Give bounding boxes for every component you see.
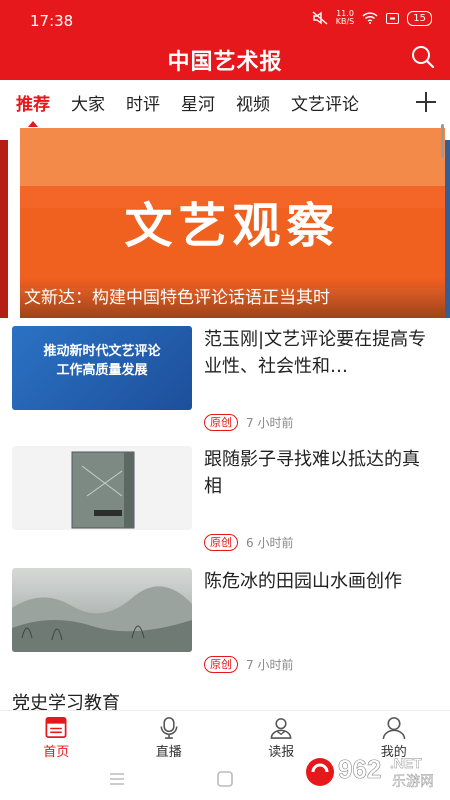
reader-icon bbox=[270, 718, 292, 739]
home-square-icon[interactable] bbox=[216, 770, 234, 788]
news-title[interactable]: 范玉刚|文艺评论要在提高专业性、社会性和… bbox=[204, 326, 434, 380]
net-speed-unit: KB/S bbox=[335, 17, 355, 26]
news-time: 6 小时前 bbox=[246, 536, 294, 550]
news-icon bbox=[45, 717, 67, 738]
tab-masters[interactable]: 大家 bbox=[71, 90, 105, 115]
microphone-icon bbox=[160, 717, 178, 739]
menu-icon[interactable] bbox=[108, 770, 126, 788]
thumbnail-text: 推动新时代文艺评论 工作高质量发展 bbox=[12, 342, 192, 380]
thumbnail-text-line: 推动新时代文艺评论 bbox=[43, 344, 161, 359]
mute-icon bbox=[312, 11, 328, 25]
user-icon bbox=[382, 717, 406, 740]
news-title[interactable]: 跟随影子寻找难以抵达的真相 bbox=[204, 446, 434, 500]
news-time: 7 小时前 bbox=[246, 658, 294, 672]
status-icons: 11.0 KB/S 15 bbox=[312, 10, 432, 26]
tab-recommend[interactable]: 推荐 bbox=[16, 90, 50, 127]
status-time: 17:38 bbox=[30, 12, 74, 30]
news-item[interactable]: 陈危冰的田园山水画创作 原创 7 小时前 bbox=[12, 568, 442, 688]
original-badge: 原创 bbox=[204, 414, 238, 431]
news-thumbnail bbox=[12, 568, 192, 652]
notification-icon bbox=[386, 12, 400, 24]
landscape-painting-image bbox=[12, 586, 192, 652]
status-bar: 17:38 11.0 KB/S 15 bbox=[0, 0, 450, 40]
tab-art-criticism[interactable]: 文艺评论 bbox=[291, 90, 359, 115]
thumbnail-text-line: 工作高质量发展 bbox=[56, 363, 148, 378]
tab-commentary[interactable]: 时评 bbox=[126, 90, 160, 115]
news-item[interactable]: 推动新时代文艺评论 工作高质量发展 范玉刚|文艺评论要在提高专业性、社会性和… … bbox=[12, 326, 442, 446]
original-badge: 原创 bbox=[204, 534, 238, 551]
scrollbar[interactable] bbox=[441, 124, 444, 158]
nav-label: 首页 bbox=[43, 745, 70, 760]
app-header: 17:38 11.0 KB/S 15 中国艺术报 bbox=[0, 0, 450, 80]
net-speed: 11.0 KB/S bbox=[336, 10, 355, 26]
news-title[interactable]: 陈危冰的田园山水画创作 bbox=[204, 568, 434, 595]
watermark-number: 962 bbox=[338, 754, 381, 784]
tab-galaxy[interactable]: 星河 bbox=[181, 90, 215, 115]
banner-headline: 文艺观察 bbox=[124, 198, 341, 254]
watermark-site: 乐游网 bbox=[392, 774, 434, 790]
news-thumbnail: 推动新时代文艺评论 工作高质量发展 bbox=[12, 326, 192, 410]
book-cover-image bbox=[71, 451, 135, 529]
news-thumbnail bbox=[12, 446, 192, 530]
nav-home[interactable]: 首页 bbox=[0, 711, 113, 760]
site-watermark-logo: 962 .NET 乐游网 bbox=[306, 754, 434, 790]
nav-label: 直播 bbox=[155, 745, 182, 760]
nav-live[interactable]: 直播 bbox=[113, 711, 226, 760]
battery-indicator: 15 bbox=[407, 10, 432, 26]
carousel-prev-peek[interactable] bbox=[0, 140, 8, 318]
add-tab-icon[interactable] bbox=[414, 90, 438, 114]
banner-caption: 文新达：构建中国特色评论话语正当其时 bbox=[20, 278, 445, 318]
watermark-suffix: .NET bbox=[390, 755, 422, 771]
news-meta: 原创 7 小时前 bbox=[204, 656, 293, 673]
wifi-icon bbox=[362, 12, 378, 24]
banner-top-stripe bbox=[20, 128, 445, 186]
app-logo-title: 中国艺术报 bbox=[167, 49, 283, 75]
news-meta: 原创 7 小时前 bbox=[204, 414, 293, 431]
news-time: 7 小时前 bbox=[246, 416, 294, 430]
original-badge: 原创 bbox=[204, 656, 238, 673]
category-tabs: 推荐 大家 时评 星河 视频 文艺评论 bbox=[0, 80, 450, 127]
news-meta: 原创 6 小时前 bbox=[204, 534, 293, 551]
news-item[interactable]: 跟随影子寻找难以抵达的真相 原创 6 小时前 bbox=[12, 446, 442, 566]
nav-label: 读报 bbox=[268, 745, 295, 760]
search-icon[interactable] bbox=[410, 44, 436, 70]
banner-carousel[interactable]: 文艺观察 文新达：构建中国特色评论话语正当其时 bbox=[20, 128, 445, 318]
tab-video[interactable]: 视频 bbox=[236, 90, 270, 115]
